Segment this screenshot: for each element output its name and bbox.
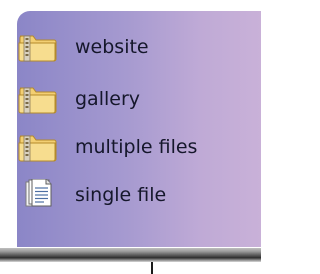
menu-item-label: single file bbox=[75, 184, 167, 206]
zip-folder-icon bbox=[18, 135, 57, 162]
menu-item-website[interactable]: website bbox=[17, 27, 257, 67]
bottom-divider bbox=[0, 258, 261, 262]
separator-tick bbox=[151, 262, 153, 274]
document-icon bbox=[25, 179, 52, 207]
zip-folder-icon bbox=[18, 87, 57, 114]
menu-item-multiple-files[interactable]: multiple files bbox=[17, 127, 257, 167]
menu-item-gallery[interactable]: gallery bbox=[17, 79, 257, 119]
zip-folder-icon bbox=[18, 35, 57, 62]
menu-item-label: multiple files bbox=[75, 136, 198, 158]
bottom-toolbar-edge bbox=[0, 248, 261, 258]
menu-item-label: gallery bbox=[75, 88, 141, 110]
menu-item-single-file[interactable]: single file bbox=[17, 175, 257, 215]
menu-item-label: website bbox=[75, 36, 149, 58]
